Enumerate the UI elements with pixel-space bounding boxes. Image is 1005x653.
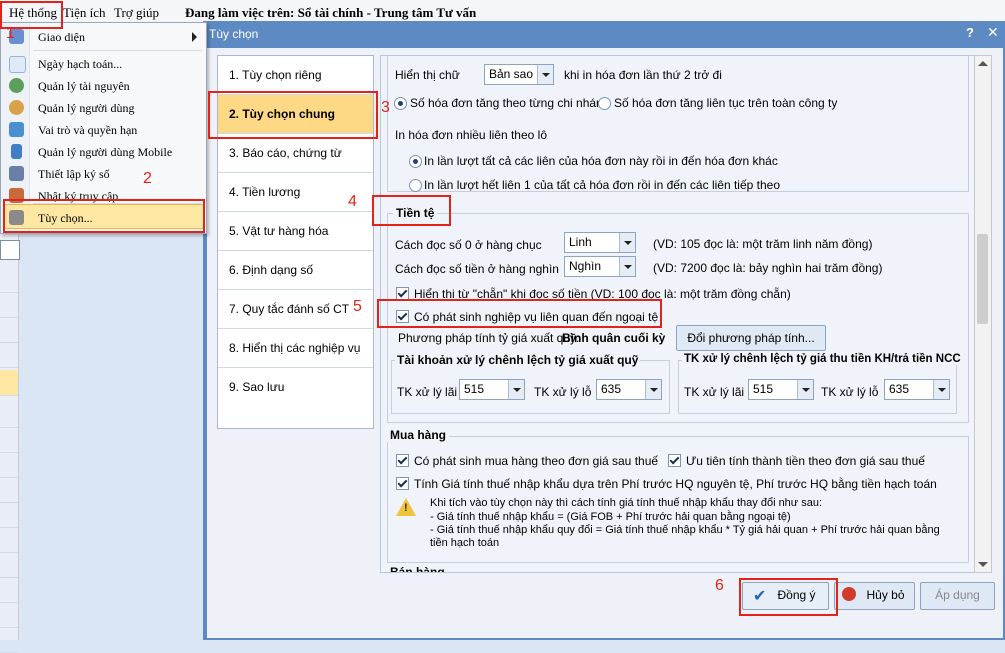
tk-lai-label-1: TK xử lý lãi	[397, 385, 458, 399]
note-line-2: - Giá tính thuế nhập khẩu = (Giá FOB + P…	[430, 511, 791, 523]
chevron-down-icon	[619, 257, 635, 276]
sau-thue-label: Có phát sinh mua hàng theo đơn giá sau t…	[414, 454, 659, 468]
cancel-button[interactable]: Hủy bỏ	[834, 582, 915, 610]
help-button[interactable]: ?	[966, 25, 974, 40]
sau-thue-checkbox[interactable]	[396, 454, 409, 467]
mobile-icon	[11, 144, 22, 159]
tk-lo-label-1: TK xử lý lỗ	[534, 385, 592, 399]
warning-icon	[396, 498, 416, 516]
uu-tien-label: Ưu tiên tính thành tiền theo đơn giá sau…	[686, 454, 925, 468]
doc-nghin-note: (VD: 7200 đọc là: bảy nghìn hai trăm đồn…	[653, 261, 883, 275]
scroll-up-icon	[978, 61, 988, 66]
note-line-1: Khi tích vào tùy chọn này thì cách tính …	[430, 497, 823, 509]
chevron-down-icon	[797, 380, 813, 399]
annotation-box-3	[208, 91, 378, 139]
radio-in-lien-1-label: In lần lượt tất cả các liên của hóa đơn …	[424, 154, 778, 168]
nhap-khau-checkbox[interactable]	[396, 477, 409, 490]
tk-xuat-quy-title: Tài khoản xử lý chênh lệch tỷ giá xuất q…	[395, 353, 641, 367]
tk-lo-label-2: TK xử lý lỗ	[821, 385, 879, 399]
radio-in-lien-1[interactable]	[409, 155, 422, 168]
doc-nghin-label: Cách đọc số tiền ở hàng nghìn	[395, 262, 559, 276]
menu-tro-giup[interactable]: Trợ giúp	[114, 5, 159, 21]
chevron-down-icon	[619, 233, 635, 252]
menu-item-thiet-lap-ky-so[interactable]: Thiết lập ký số	[1, 163, 206, 185]
menu-item-nguoi-dung-mobile[interactable]: Quản lý người dùng Mobile	[1, 141, 206, 163]
cancel-icon	[842, 587, 856, 601]
close-icon[interactable]: ✕	[987, 24, 999, 41]
nhap-khau-label: Tính Giá tính thuế nhập khẩu dựa trên Ph…	[414, 477, 937, 491]
dialog-title: Tùy chọn	[209, 27, 259, 41]
tk-lai-label-2: TK xử lý lãi	[684, 385, 745, 399]
bg-selected-row	[0, 370, 18, 396]
menu-tien-ich[interactable]: Tiện ích	[63, 5, 106, 21]
menu-item-quan-ly-tai-nguyen[interactable]: Quản lý tài nguyên	[1, 75, 206, 97]
radio-toan-cong-ty-label: Số hóa đơn tăng liên tục trên toàn công …	[614, 96, 838, 110]
users-icon	[9, 100, 24, 115]
tk-lai-combo-2[interactable]: 515	[748, 379, 814, 400]
tk-lo-combo-1[interactable]: 635	[596, 379, 662, 400]
bg-combo[interactable]	[0, 240, 20, 260]
tk-lai-combo-1[interactable]: 515	[459, 379, 525, 400]
nhieu-lien-label: In hóa đơn nhiều liên theo lô	[395, 128, 547, 142]
chevron-down-icon	[537, 65, 553, 84]
radio-chi-nhanh-label: Số hóa đơn tăng theo từng chi nhánh	[410, 96, 610, 110]
note-line-4: tiền hạch toán	[430, 537, 500, 549]
nav-item-vat-tu[interactable]: 5. Vật tư hàng hóa	[218, 212, 373, 251]
resource-icon	[9, 78, 24, 93]
doc-so-0-label: Cách đọc số 0 ở hàng chục	[395, 238, 542, 252]
menu-item-ngay-hach-toan[interactable]: Ngày hạch toán...	[1, 53, 206, 75]
annotation-number-6: 6	[715, 577, 724, 594]
mua-hang-title: Mua hàng	[387, 428, 449, 442]
nav-item-bao-cao[interactable]: 3. Báo cáo, chứng từ	[218, 134, 373, 173]
chevron-down-icon	[933, 380, 949, 399]
radio-in-lien-2[interactable]	[409, 179, 422, 192]
annotation-number-4: 4	[348, 193, 357, 210]
apply-button[interactable]: Áp dụng	[920, 582, 995, 610]
nav-item-tuy-chon-rieng[interactable]: 1. Tùy chọn riêng	[218, 56, 373, 95]
tk-lo-combo-2[interactable]: 635	[884, 379, 950, 400]
doc-so-0-combo[interactable]: Linh	[564, 232, 636, 253]
sign-icon	[9, 166, 24, 181]
scroll-down-icon	[978, 562, 988, 567]
ban-hang-title: Bán hàng	[387, 565, 448, 572]
annotation-number-1: 1	[6, 25, 15, 42]
phuong-phap-value: Bình quân cuối kỳ	[562, 331, 666, 345]
annotation-box-2	[3, 199, 205, 233]
radio-toan-cong-ty[interactable]	[598, 97, 611, 110]
nav-item-quy-tac[interactable]: 7. Quy tắc đánh số CT	[218, 290, 373, 329]
doc-so-0-note: (VD: 105 đọc là: một trăm linh năm đồng)	[653, 237, 873, 251]
radio-chi-nhanh[interactable]	[394, 97, 407, 110]
uu-tien-checkbox[interactable]	[668, 454, 681, 467]
menu-item-vai-tro[interactable]: Vai trò và quyền hạn	[1, 119, 206, 141]
scroll-thumb	[977, 234, 988, 324]
menu-item-quan-ly-nguoi-dung[interactable]: Quản lý người dùng	[1, 97, 206, 119]
radio-in-lien-2-label: In lần lượt hết liên 1 của tất cả hóa đơ…	[424, 178, 780, 192]
role-icon	[9, 122, 24, 137]
submenu-arrow-icon	[192, 32, 197, 42]
phuong-phap-label: Phương pháp tính tỷ giá xuất quỹ:	[398, 331, 580, 345]
working-status: Đang làm việc trên: Sổ tài chính - Trung…	[185, 5, 477, 20]
tk-ncc-title: TK xử lý chênh lệch tỷ giá thu tiền KH/t…	[682, 353, 963, 365]
note-line-3: - Giá tính thuế nhập khẩu quy đổi = Giá …	[430, 524, 940, 536]
content-scrollbar[interactable]	[974, 55, 992, 573]
hien-thi-chu-label: Hiển thị chữ	[395, 68, 460, 82]
chevron-down-icon	[508, 380, 524, 399]
annotation-number-3: 3	[381, 99, 390, 116]
menu-item-giao-dien[interactable]: Giao diện	[1, 26, 206, 48]
nav-item-dinh-dang-so[interactable]: 6. Định dạng số	[218, 251, 373, 290]
doi-phuong-phap-button[interactable]: Đổi phương pháp tính...	[676, 325, 826, 351]
annotation-box-4	[372, 195, 451, 226]
doc-nghin-combo[interactable]: Nghìn	[564, 256, 636, 277]
annotation-number-5: 5	[353, 298, 362, 315]
chevron-down-icon	[645, 380, 661, 399]
annotation-box-5	[377, 299, 662, 328]
annotation-box-6	[739, 578, 838, 616]
hien-thi-chu-combo[interactable]: Bản sao	[484, 64, 554, 85]
calendar-icon	[9, 56, 26, 73]
nav-item-sao-luu[interactable]: 9. Sao lưu	[218, 368, 373, 406]
hien-thi-chu-note: khi in hóa đơn lần thứ 2 trở đi	[564, 68, 722, 82]
nav-item-hien-thi-nghiep-vu[interactable]: 8. Hiển thị các nghiệp vụ	[218, 329, 373, 368]
annotation-number-2: 2	[143, 170, 152, 187]
